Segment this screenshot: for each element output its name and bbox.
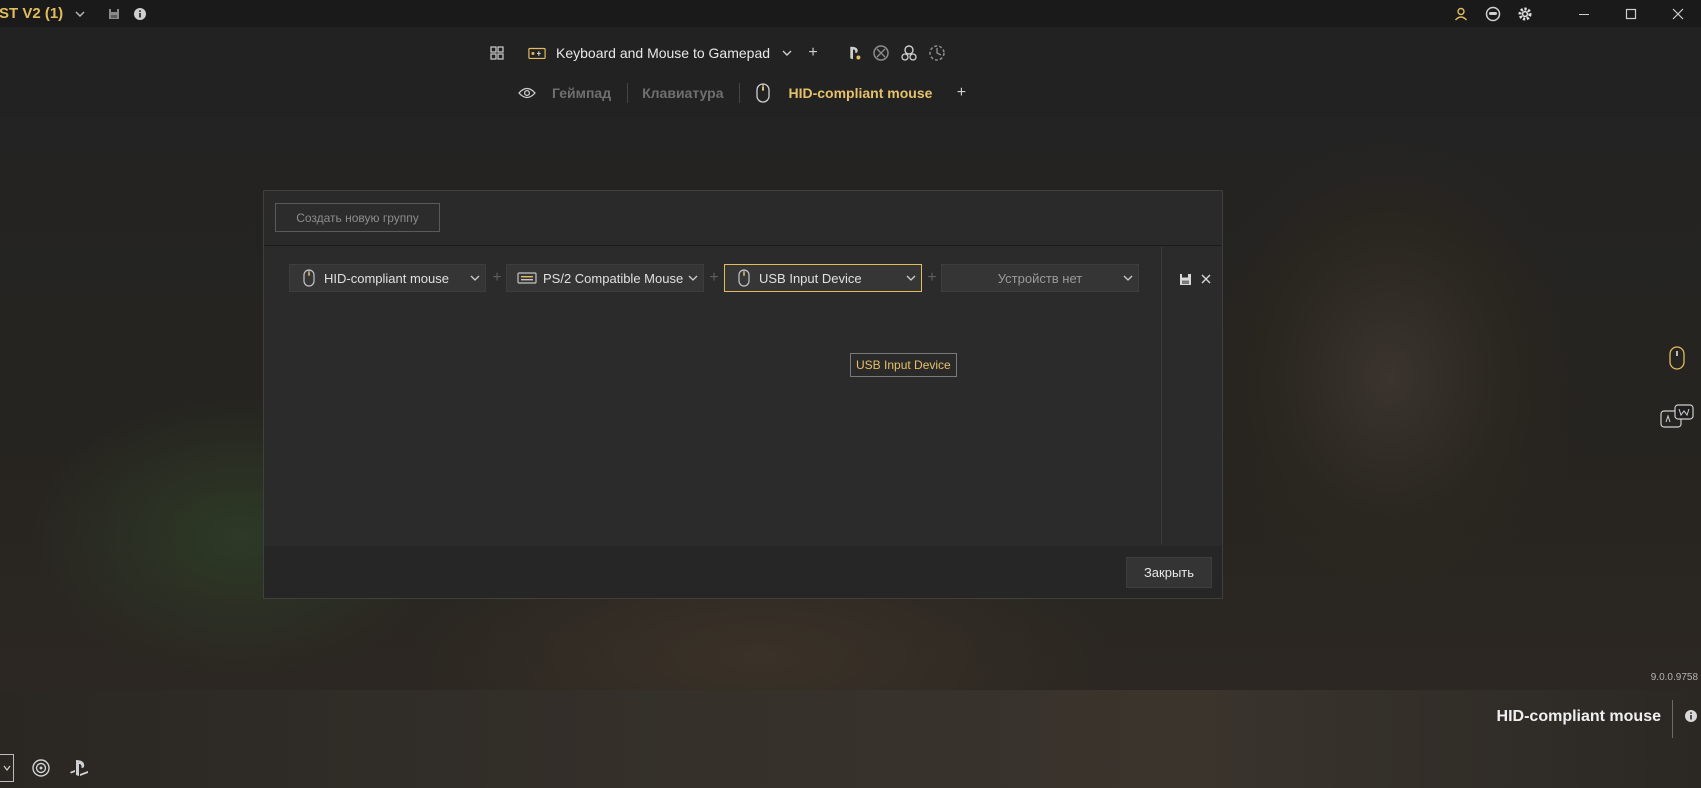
device-select-3[interactable]: USB Input Device [724,264,922,292]
grid-icon[interactable] [488,44,506,62]
mouse-view-icon[interactable] [1664,345,1690,371]
plus-separator: + [927,269,937,286]
dialog-body: HID-compliant mouse + PS/2 Compatible Mo… [264,246,1222,546]
gear-icon[interactable] [1516,5,1534,23]
playstation-icon[interactable] [844,44,862,62]
device-select-4[interactable]: Устройств нет [941,264,1139,292]
device-select-1[interactable]: HID-compliant mouse [289,264,486,292]
profile-name[interactable]: Keyboard and Mouse to Gamepad [556,45,770,61]
chevron-down-icon [465,272,485,284]
device-select-2-label: PS/2 Compatible Mouse [543,270,683,286]
tab-keyboard[interactable]: Клавиатура [642,85,723,101]
gamepad-mapping-icon[interactable] [900,44,918,62]
chevron-down-icon [683,272,703,284]
title-right [1445,0,1701,27]
device-select-1-label: HID-compliant mouse [324,270,449,286]
mouse-icon [754,83,772,103]
bottom-select[interactable] [0,754,14,782]
dialog-footer: Закрыть [264,546,1222,598]
body-divider [1161,247,1162,544]
mouse-icon [300,269,318,287]
create-group-button[interactable]: Создать новую группу [275,203,440,232]
app-window: ST V2 (1) Keyboard and Mouse to Gamepad … [0,0,1701,788]
tab-divider [627,83,629,103]
group-dialog: Создать новую группу HID-compliant mouse… [263,190,1223,599]
status-bar: HID-compliant mouse [0,690,1701,748]
device-select-4-label: Устройств нет [997,270,1083,286]
user-icon[interactable] [1452,5,1470,23]
device-select-3-label: USB Input Device [759,270,862,286]
status-info-icon[interactable] [1684,709,1698,728]
version-label: 9.0.0.9758 [1650,672,1698,683]
plus-separator: + [709,269,719,286]
chevron-down-icon [1118,272,1138,284]
window-title[interactable]: ST V2 (1) [0,5,63,22]
plus-separator: + [492,269,502,286]
target-icon[interactable] [28,755,54,781]
device-select-2[interactable]: PS/2 Compatible Mouse [506,264,704,292]
minimize-icon[interactable] [1560,0,1607,27]
status-device-name: HID-compliant mouse [1496,708,1661,725]
eye-icon[interactable] [518,84,536,102]
close-button[interactable]: Закрыть [1126,557,1212,588]
tab-divider [739,83,741,103]
device-tooltip: USB Input Device [850,353,957,377]
maximize-icon[interactable] [1607,0,1654,27]
title-bar: ST V2 (1) [0,0,1701,27]
chevron-down-icon [901,272,921,284]
tab-hid-mouse[interactable]: HID-compliant mouse [788,85,932,101]
profile-row: Keyboard and Mouse to Gamepad + [488,42,946,64]
controller-icon[interactable] [1484,5,1502,23]
save-icon[interactable] [105,5,123,23]
mouse-icon [735,269,753,287]
bottom-bar [0,748,1701,788]
save-group-icon[interactable] [1176,270,1194,288]
info-icon[interactable] [131,5,149,23]
status-divider [1672,700,1673,738]
tab-gamepad[interactable]: Геймпад [552,85,611,101]
keyboard-view-icon[interactable] [1660,404,1694,430]
keyboard-icon [517,269,537,287]
dialog-header: Создать новую группу [264,191,1222,246]
playstation-icon[interactable] [66,755,92,781]
add-tab-button[interactable]: + [952,84,970,102]
keyboard-to-gamepad-icon [528,44,546,62]
device-tabs: Геймпад Клавиатура HID-compliant mouse + [518,80,970,106]
macro-icon[interactable] [872,44,890,62]
remove-group-icon[interactable] [1197,270,1215,288]
profile-chevron-down-icon[interactable] [778,44,796,62]
title-left: ST V2 (1) [0,5,149,23]
close-icon[interactable] [1654,0,1701,27]
chevron-down-icon[interactable] [71,5,89,23]
timer-icon[interactable] [928,44,946,62]
add-profile-button[interactable]: + [804,44,822,62]
